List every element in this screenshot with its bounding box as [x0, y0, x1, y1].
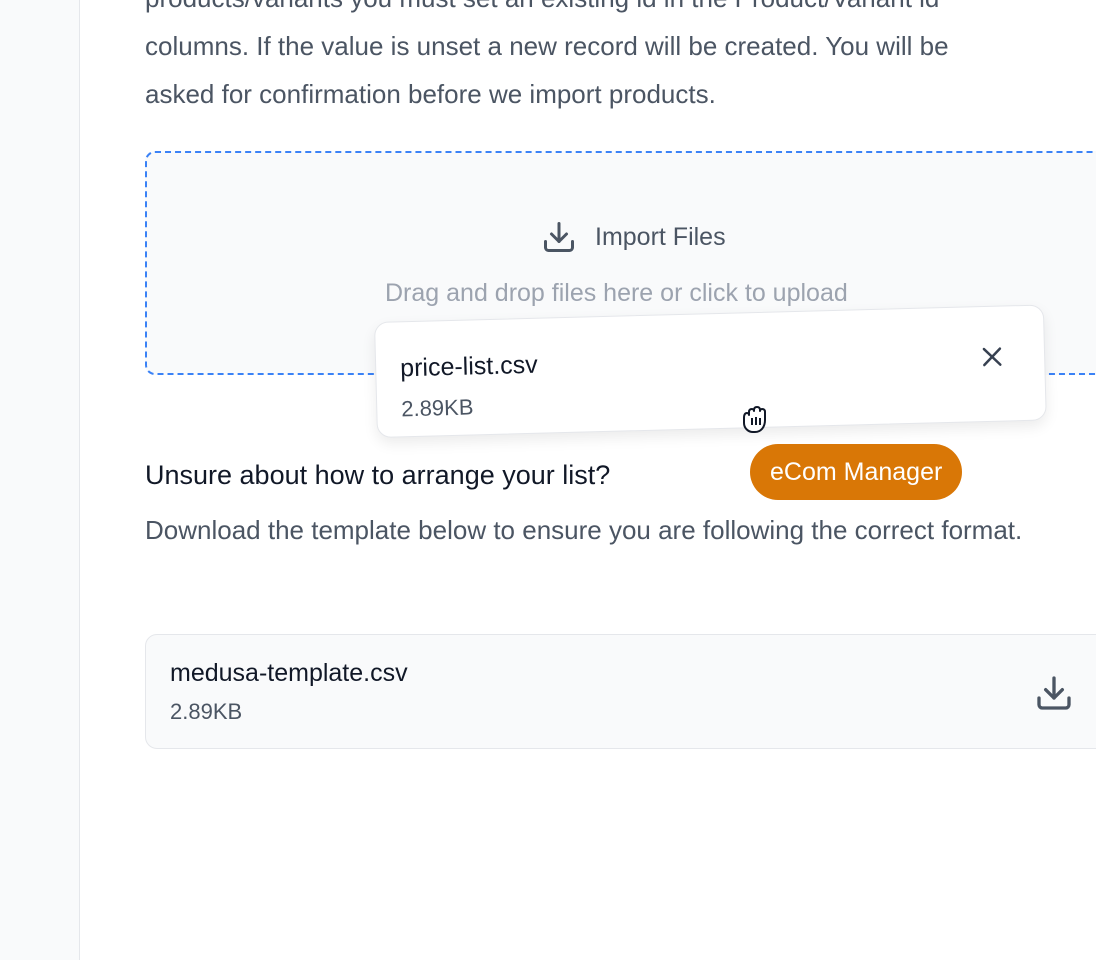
instructions-line-2: columns. If the value is unset a new rec…: [145, 31, 949, 61]
template-section-title: Unsure about how to arrange your list?: [145, 460, 611, 490]
template-file-card[interactable]: medusa-template.csv 2.89KB: [145, 634, 1096, 749]
close-icon[interactable]: [980, 345, 1005, 370]
grab-hand-icon: [736, 398, 776, 438]
template-file-size: 2.89KB: [170, 699, 243, 724]
dragged-file-name: price-list.csv: [399, 350, 539, 383]
download-icon: [1034, 676, 1074, 717]
template-section-description: Download the template below to ensure yo…: [145, 515, 1023, 545]
user-cursor-badge: eCom Manager: [750, 444, 963, 500]
import-instructions: products/variants you must set an existi…: [145, 0, 1085, 118]
dragged-file-size: 2.89KB: [400, 394, 474, 422]
drop-zone-title: Import Files: [541, 219, 726, 255]
drop-zone-title-text: Import Files: [595, 222, 726, 251]
page: products/variants you must set an existi…: [0, 0, 1096, 960]
sidebar-rail: [0, 0, 80, 960]
download-template-button[interactable]: [1034, 673, 1074, 713]
template-file-name: medusa-template.csv: [170, 659, 408, 687]
download-icon: [541, 219, 577, 255]
instructions-line-1: products/variants you must set an existi…: [145, 0, 939, 13]
instructions-line-3: asked for confirmation before we import …: [145, 79, 716, 109]
drop-zone-hint: Drag and drop files here or click to upl…: [385, 279, 848, 307]
dragged-file-card[interactable]: price-list.csv 2.89KB: [374, 304, 1047, 438]
